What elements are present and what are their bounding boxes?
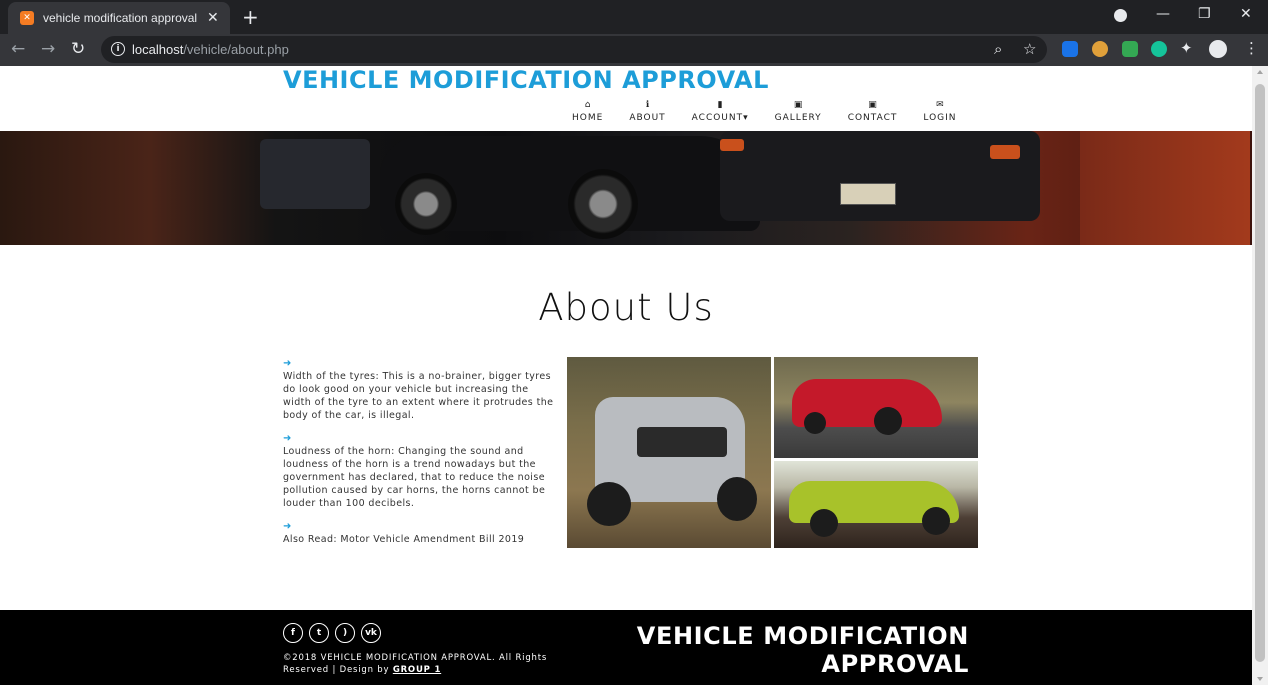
site-title[interactable]: VEHICLE MODIFICATION APPROVAL (283, 66, 769, 94)
garage-cabinet (260, 139, 370, 209)
list-item: ➜ Also Read: Motor Vehicle Amendment Bil… (283, 521, 558, 546)
close-window-icon[interactable]: ✕ (1240, 6, 1252, 22)
info-icon[interactable]: i (111, 42, 125, 56)
url-text[interactable]: localhost/vehicle/about.php (132, 42, 289, 57)
red-sedan-photo (774, 357, 978, 458)
address-bar[interactable]: i localhost/vehicle/about.php ⌕ ☆ (101, 36, 1047, 63)
browser-tab[interactable]: ✕ vehicle modification approval ✕ (8, 2, 230, 34)
facebook-icon[interactable]: f (283, 623, 303, 643)
menu-kebab-icon[interactable]: ⋮ (1244, 39, 1259, 57)
browser-toolbar: ← → ↻ i localhost/vehicle/about.php ⌕ ☆ … (0, 34, 1268, 66)
rss-icon[interactable]: ) (335, 623, 355, 643)
minimize-icon[interactable]: — (1156, 6, 1170, 22)
site-footer: f t ) vk ©2018 VEHICLE MODIFICATION APPR… (0, 610, 1252, 685)
envelope-icon: ✉ (936, 100, 944, 110)
license-plate (840, 183, 896, 205)
restore-icon[interactable]: ❐ (1198, 6, 1211, 22)
hero-banner-image (0, 131, 1252, 245)
bookmark-star-icon[interactable]: ☆ (1023, 40, 1036, 58)
home-icon: ⌂ (584, 100, 591, 110)
xampp-favicon-icon: ✕ (20, 11, 34, 25)
nav-item-login[interactable]: ✉ LOGIN (923, 99, 956, 123)
tab-close-icon[interactable]: ✕ (207, 10, 219, 26)
social-links: f t ) vk (283, 623, 387, 643)
footer-brand: VEHICLE MODIFICATION APPROVAL (636, 622, 969, 678)
garage-red-wall (1080, 131, 1250, 245)
truck-photo (567, 357, 771, 548)
file-icon: ▮ (717, 100, 723, 110)
tab-search-icon[interactable] (1114, 9, 1127, 22)
info-icon: ℹ (645, 100, 650, 110)
image-icon: ▣ (868, 100, 877, 110)
nav-item-gallery[interactable]: ▣ GALLERY (775, 99, 822, 123)
reload-icon[interactable]: ↻ (71, 39, 85, 59)
vk-icon[interactable]: vk (361, 623, 381, 643)
back-icon[interactable]: ← (11, 39, 25, 59)
scrollbar-thumb[interactable] (1255, 84, 1265, 662)
tab-title: vehicle modification approval (43, 11, 198, 25)
page-scrollbar[interactable] (1252, 66, 1268, 685)
list-item: ➜ Loudness of the horn: Changing the sou… (283, 433, 558, 510)
browser-tab-bar: ✕ vehicle modification approval ✕ + — ❐ … (0, 0, 1268, 34)
main-nav: ⌂ HOME ℹ ABOUT ▮ ACCOUNT▾ ▣ GALLERY ▣ CO… (572, 99, 983, 123)
nav-item-about[interactable]: ℹ ABOUT (629, 99, 665, 123)
image-icon: ▣ (793, 100, 803, 110)
zoom-icon[interactable]: ⌕ (994, 40, 1002, 58)
nav-item-home[interactable]: ⌂ HOME (572, 99, 603, 123)
caret-down-icon: ▾ (743, 113, 749, 123)
nav-item-account[interactable]: ▮ ACCOUNT▾ (692, 99, 749, 123)
arrow-right-icon: ➜ (283, 433, 292, 444)
extension-icon[interactable] (1092, 41, 1108, 57)
scroll-down-arrow-icon[interactable] (1257, 677, 1263, 681)
twitter-icon[interactable]: t (309, 623, 329, 643)
copyright-text: ©2018 VEHICLE MODIFICATION APPROVAL. All… (283, 653, 548, 675)
car-wheel (568, 169, 638, 239)
list-item: ➜ Width of the tyres: This is a no-brain… (283, 358, 558, 422)
designer-link[interactable]: GROUP 1 (393, 665, 441, 675)
page-viewport: VEHICLE MODIFICATION APPROVAL ⌂ HOME ℹ A… (0, 66, 1252, 685)
tail-light (720, 139, 744, 151)
forward-icon[interactable]: → (41, 39, 55, 59)
about-points-list: ➜ Width of the tyres: This is a no-brain… (283, 358, 558, 557)
about-heading: About Us (538, 286, 714, 329)
arrow-right-icon: ➜ (283, 521, 292, 532)
green-suv-photo (774, 461, 978, 548)
scroll-up-arrow-icon[interactable] (1257, 70, 1263, 74)
nav-item-contact[interactable]: ▣ CONTACT (848, 99, 898, 123)
shield-extension-icon[interactable] (1122, 41, 1138, 57)
new-tab-icon[interactable]: + (242, 5, 259, 29)
car-wheel (395, 173, 457, 235)
extensions-puzzle-icon[interactable]: ✦ (1180, 39, 1193, 57)
profile-avatar-icon[interactable] (1209, 40, 1227, 58)
extension-icon[interactable] (1062, 41, 1078, 57)
arrow-right-icon: ➜ (283, 358, 292, 369)
grammarly-icon[interactable] (1151, 41, 1167, 57)
tail-light (990, 145, 1020, 159)
